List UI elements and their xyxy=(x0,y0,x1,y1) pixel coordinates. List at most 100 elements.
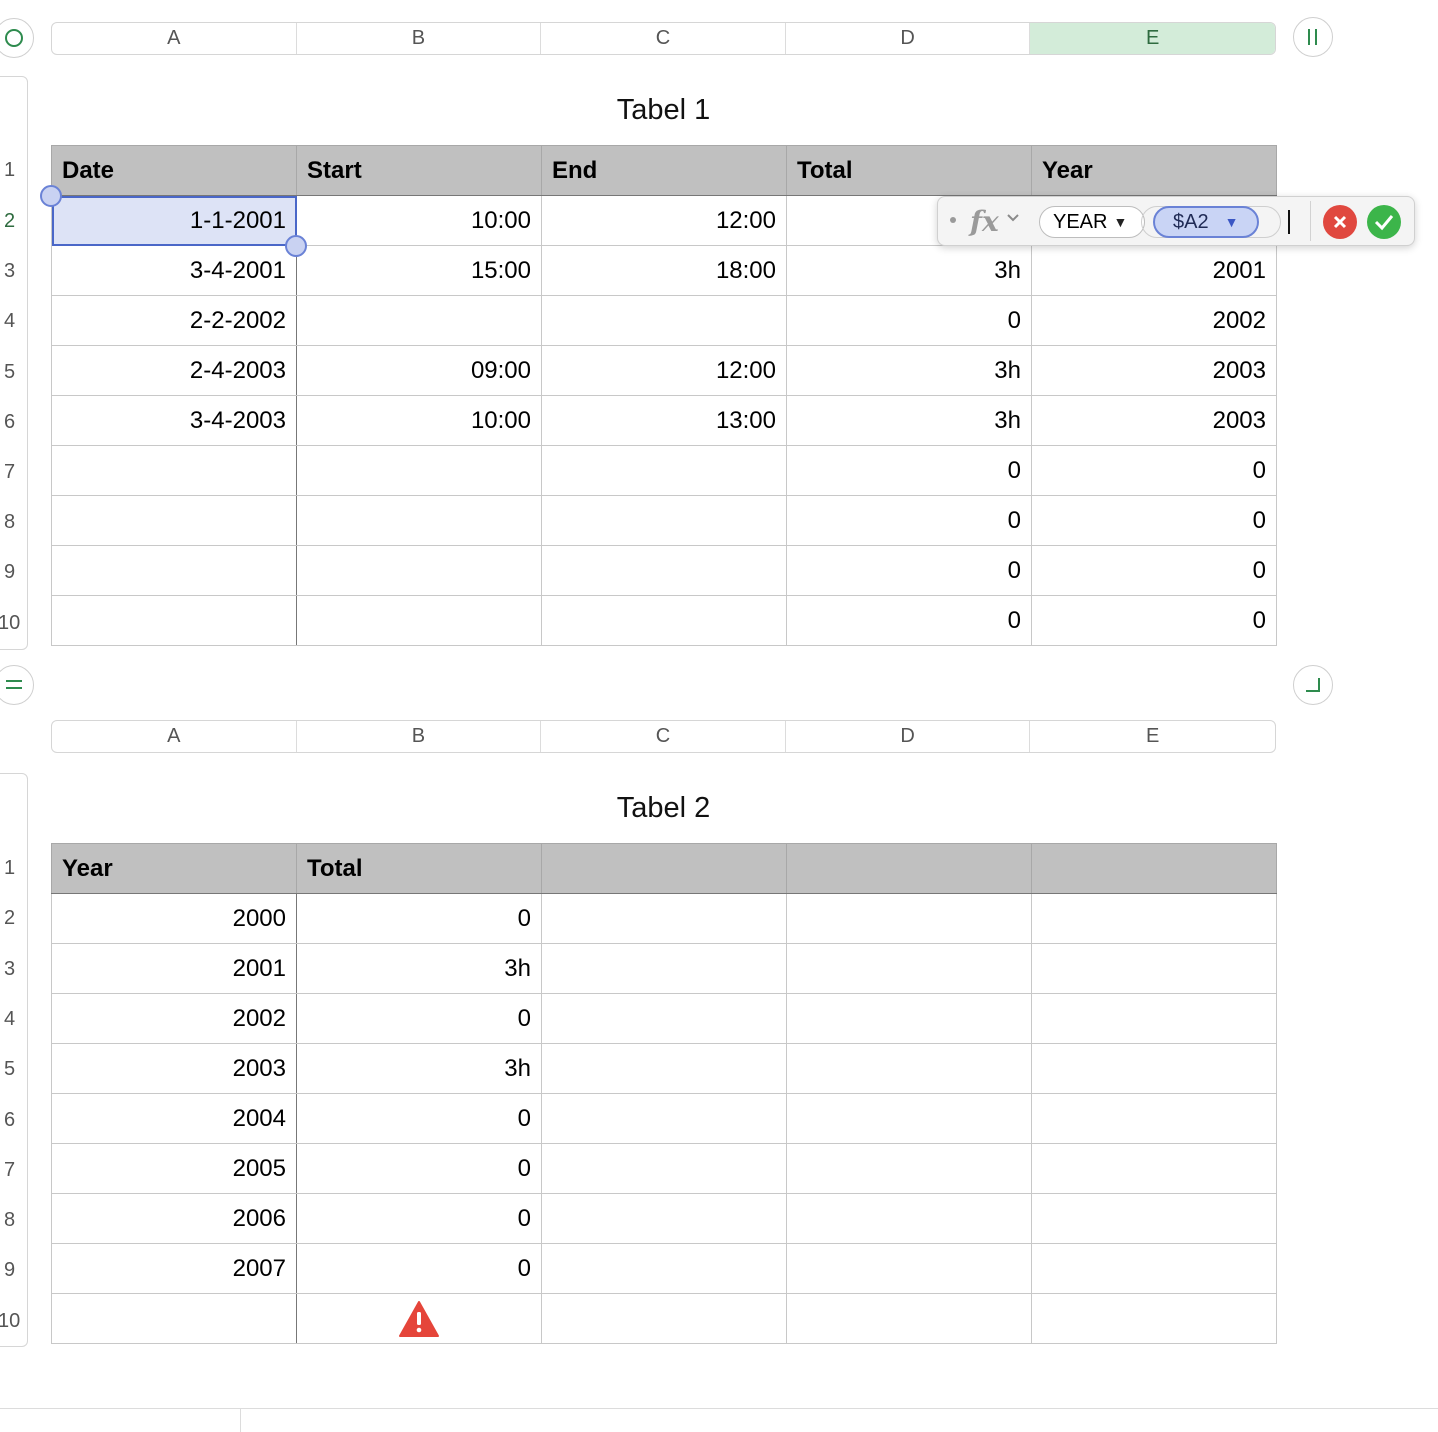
table-cell[interactable] xyxy=(1031,1093,1277,1144)
row-number[interactable]: 5 xyxy=(4,361,26,384)
table-cell[interactable]: 12:00 xyxy=(541,345,787,396)
table-cell[interactable] xyxy=(1031,943,1277,994)
table-cell[interactable] xyxy=(296,595,542,646)
table-cell[interactable] xyxy=(1031,1243,1277,1294)
header-cell[interactable]: Year xyxy=(51,843,297,894)
table-cell[interactable]: 3h xyxy=(296,1043,542,1094)
table-cell[interactable] xyxy=(541,445,787,496)
warning-triangle-icon[interactable] xyxy=(398,1300,440,1338)
row-number[interactable]: 7 xyxy=(4,1159,26,1182)
header-cell[interactable]: Date xyxy=(51,145,297,196)
row-number[interactable]: 8 xyxy=(4,511,26,534)
table-cell[interactable]: 3h xyxy=(786,395,1032,446)
fx-icon[interactable]: fx xyxy=(970,205,999,238)
table-cell[interactable] xyxy=(296,545,542,596)
table-cell[interactable]: 0 xyxy=(786,495,1032,546)
row-number[interactable]: 8 xyxy=(4,1209,26,1232)
reference-token-a2[interactable]: $A2 ▼ xyxy=(1153,206,1259,238)
header-cell[interactable] xyxy=(786,843,1032,894)
table-cell[interactable]: 2006 xyxy=(51,1193,297,1244)
table-cell[interactable]: 0 xyxy=(296,1243,542,1294)
row-number[interactable]: 3 xyxy=(4,260,26,283)
table-cell[interactable]: 0 xyxy=(786,445,1032,496)
table-cell[interactable] xyxy=(541,1193,787,1244)
footer-cell[interactable] xyxy=(541,1293,787,1344)
table-cell[interactable]: 15:00 xyxy=(296,245,542,296)
table-cell[interactable]: 0 xyxy=(1031,595,1277,646)
table-cell[interactable] xyxy=(1031,893,1277,944)
table-cell[interactable]: 3-4-2003 xyxy=(51,395,297,446)
table-cell[interactable]: 09:00 xyxy=(296,345,542,396)
table-cell[interactable] xyxy=(541,295,787,346)
row-number[interactable]: 2 xyxy=(4,907,26,930)
table-cell[interactable]: 2003 xyxy=(51,1043,297,1094)
row-number[interactable]: 3 xyxy=(4,958,26,981)
column-header-a[interactable]: A xyxy=(52,23,297,54)
row-number[interactable]: 4 xyxy=(4,310,26,333)
chevron-down-icon[interactable] xyxy=(1006,211,1020,230)
header-cell[interactable] xyxy=(541,843,787,894)
table-cell[interactable] xyxy=(786,1243,1032,1294)
table-cell[interactable] xyxy=(786,893,1032,944)
table-cell[interactable]: 10:00 xyxy=(296,395,542,446)
table-cell[interactable]: 0 xyxy=(296,1093,542,1144)
row-number[interactable]: 5 xyxy=(4,1058,26,1081)
table-cell[interactable] xyxy=(786,1143,1032,1194)
column-header-e[interactable]: E xyxy=(1030,23,1275,54)
table2-title[interactable]: Tabel 2 xyxy=(51,792,1276,825)
table-cell[interactable] xyxy=(786,993,1032,1044)
table-cell[interactable] xyxy=(541,495,787,546)
table-cell[interactable] xyxy=(786,1093,1032,1144)
row-number[interactable]: 10 xyxy=(0,1310,20,1333)
table-cell[interactable] xyxy=(786,1193,1032,1244)
cancel-formula-button[interactable] xyxy=(1323,205,1357,239)
row-number[interactable]: 9 xyxy=(4,561,26,584)
selection-handle-bottom-right[interactable] xyxy=(285,235,307,257)
table-cell[interactable] xyxy=(541,1093,787,1144)
table-cell[interactable]: 3h xyxy=(786,245,1032,296)
table-cell[interactable] xyxy=(541,1243,787,1294)
selection-handle-top-left[interactable] xyxy=(40,185,62,207)
table-cell[interactable]: 2001 xyxy=(51,943,297,994)
column-header-b[interactable]: B xyxy=(297,721,542,752)
footer-cell[interactable] xyxy=(786,1293,1032,1344)
table-cell[interactable]: 2007 xyxy=(51,1243,297,1294)
column-header-b[interactable]: B xyxy=(297,23,542,54)
selected-cell-a2[interactable]: 1-1-2001 xyxy=(51,195,297,246)
table-cell[interactable]: 2003 xyxy=(1031,345,1277,396)
table-cell[interactable]: 3-4-2001 xyxy=(51,245,297,296)
row-number[interactable]: 1 xyxy=(4,857,26,880)
table-cell[interactable] xyxy=(1031,1043,1277,1094)
table-cell[interactable]: 2000 xyxy=(51,893,297,944)
table-cell[interactable] xyxy=(51,445,297,496)
footer-cell-with-warning[interactable] xyxy=(296,1293,542,1344)
row-number[interactable]: 2 xyxy=(4,210,26,233)
table-cell[interactable]: 0 xyxy=(786,595,1032,646)
table-cell[interactable] xyxy=(786,1043,1032,1094)
header-cell[interactable]: Total xyxy=(786,145,1032,196)
table-cell[interactable]: 10:00 xyxy=(296,195,542,246)
row-number[interactable]: 7 xyxy=(4,461,26,484)
table-cell[interactable] xyxy=(51,495,297,546)
table-cell[interactable]: 0 xyxy=(296,993,542,1044)
table-cell[interactable] xyxy=(541,993,787,1044)
header-cell[interactable]: Start xyxy=(296,145,542,196)
table-cell[interactable]: 0 xyxy=(786,295,1032,346)
column-header-a[interactable]: A xyxy=(52,721,297,752)
add-rows-button[interactable] xyxy=(0,665,34,705)
table-cell[interactable] xyxy=(296,295,542,346)
table-cell[interactable] xyxy=(541,943,787,994)
table-cell[interactable]: 0 xyxy=(1031,445,1277,496)
table-cell[interactable] xyxy=(296,445,542,496)
table-cell[interactable] xyxy=(786,943,1032,994)
formula-editor[interactable]: fx YEAR ▼ $A2 ▼ xyxy=(937,196,1415,246)
row-number[interactable]: 10 xyxy=(0,612,20,635)
table-cell[interactable]: 0 xyxy=(1031,545,1277,596)
header-cell[interactable] xyxy=(1031,843,1277,894)
table-cell[interactable] xyxy=(1031,1193,1277,1244)
header-cell[interactable]: Year xyxy=(1031,145,1277,196)
footer-cell[interactable] xyxy=(1031,1293,1277,1344)
table-cell[interactable]: 13:00 xyxy=(541,395,787,446)
table-cell[interactable] xyxy=(296,495,542,546)
table-cell[interactable] xyxy=(51,595,297,646)
